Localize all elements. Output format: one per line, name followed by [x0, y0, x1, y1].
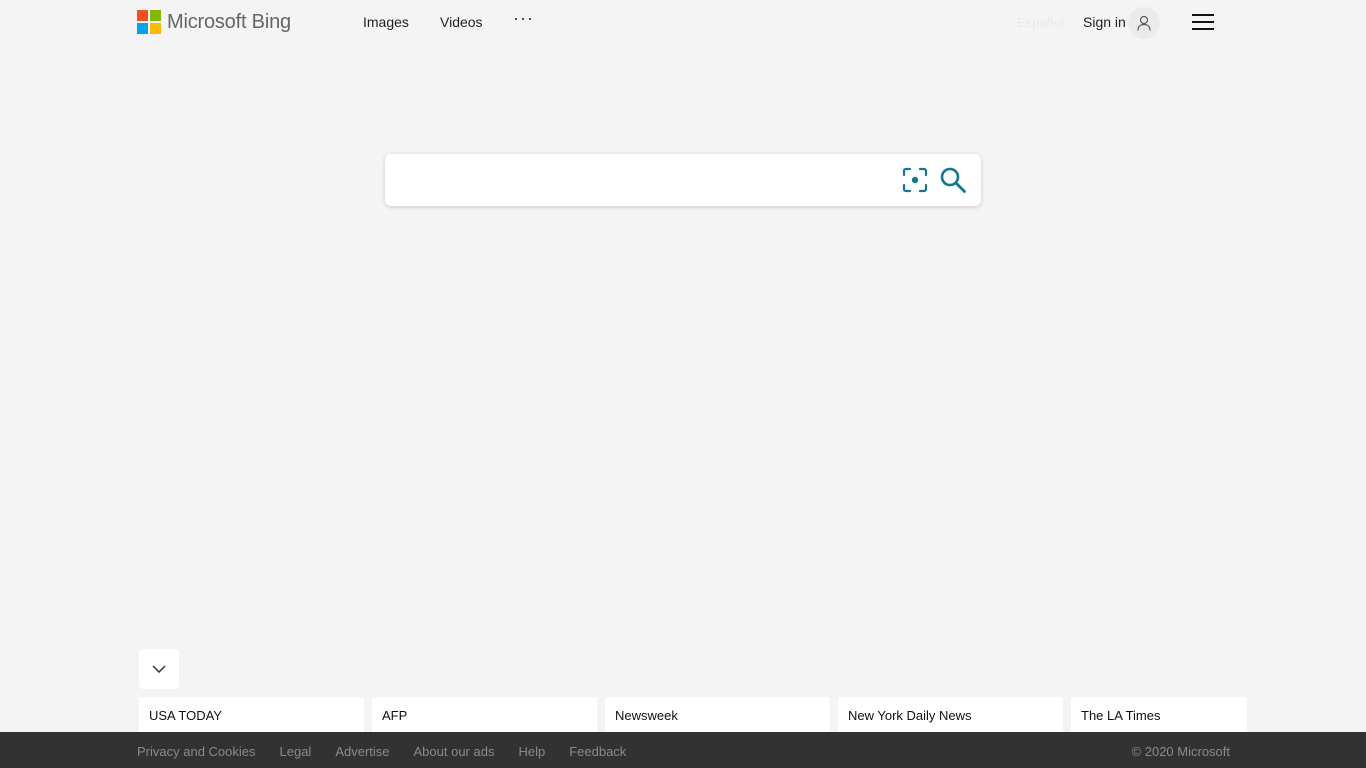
language-link[interactable]: Español: [1017, 15, 1064, 30]
news-source-la-times[interactable]: The LA Times: [1071, 697, 1247, 732]
nav-videos[interactable]: Videos: [440, 14, 483, 30]
copyright: © 2020 Microsoft: [1131, 744, 1230, 759]
footer-links: Privacy and Cookies Legal Advertise Abou…: [137, 744, 650, 759]
footer-link-legal[interactable]: Legal: [280, 744, 312, 759]
footer-link-advertise[interactable]: Advertise: [335, 744, 389, 759]
search-icon[interactable]: [939, 166, 967, 194]
search-box: [385, 154, 981, 206]
news-source-newsweek[interactable]: Newsweek: [605, 697, 830, 732]
news-source-usa-today[interactable]: USA TODAY: [139, 697, 364, 732]
avatar[interactable]: [1128, 7, 1160, 39]
footer-link-privacy[interactable]: Privacy and Cookies: [137, 744, 256, 759]
footer-link-about-ads[interactable]: About our ads: [414, 744, 495, 759]
microsoft-logo-icon: [137, 10, 161, 34]
user-icon: [1137, 15, 1151, 31]
sign-in-link[interactable]: Sign in: [1083, 14, 1126, 30]
hamburger-menu-icon[interactable]: [1192, 14, 1214, 30]
logo-text: Microsoft Bing: [167, 10, 291, 33]
visual-search-icon[interactable]: [902, 167, 928, 193]
chevron-down-icon: [152, 665, 166, 673]
bing-logo[interactable]: Microsoft Bing: [137, 10, 291, 34]
nav-images[interactable]: Images: [363, 14, 409, 30]
expand-news-button[interactable]: [139, 649, 179, 689]
news-source-ny-daily-news[interactable]: New York Daily News: [838, 697, 1063, 732]
footer: Privacy and Cookies Legal Advertise Abou…: [0, 732, 1366, 768]
header: Microsoft Bing Images Videos ··· Español…: [0, 0, 1366, 48]
more-options-icon[interactable]: ···: [513, 8, 534, 29]
footer-link-help[interactable]: Help: [518, 744, 545, 759]
search-input[interactable]: [397, 162, 891, 200]
news-source-afp[interactable]: AFP: [372, 697, 597, 732]
footer-link-feedback[interactable]: Feedback: [569, 744, 626, 759]
